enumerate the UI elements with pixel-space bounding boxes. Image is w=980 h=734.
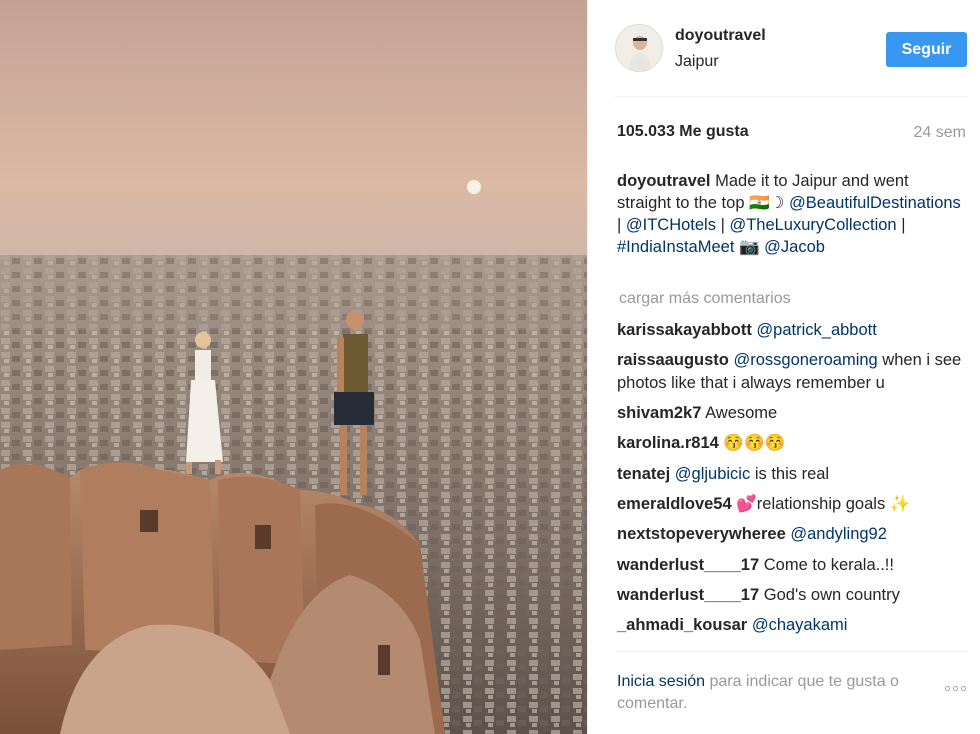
footer-divider: [615, 651, 967, 652]
comment-username[interactable]: shivam2k7: [617, 404, 701, 422]
comment: _ahmadi_kousar @chayakami: [617, 614, 969, 637]
more-options-icon[interactable]: [945, 686, 966, 691]
post-photo[interactable]: [0, 0, 587, 734]
header-divider: [615, 96, 967, 97]
comment-text: 😚😚😚: [718, 434, 786, 453]
avatar[interactable]: [615, 24, 663, 72]
dot-icon: [961, 686, 966, 691]
comment: raissaaugusto @rossgoneroaming when i se…: [617, 349, 969, 394]
dot-icon: [945, 686, 950, 691]
comment-username[interactable]: tenatej: [617, 465, 670, 483]
mention-theluxurycollection[interactable]: @TheLuxuryCollection: [729, 216, 896, 234]
load-more-comments-link[interactable]: cargar más comentarios: [619, 290, 791, 308]
dot-icon: [953, 686, 958, 691]
comment: wanderlust____17 God's own country: [617, 584, 969, 607]
comment-text: God's own country: [759, 585, 900, 604]
likes-count[interactable]: 105.033 Me gusta: [617, 123, 749, 141]
caption-emoji: 🇮🇳☽: [749, 194, 785, 212]
comment: karolina.r814 😚😚😚: [617, 432, 969, 455]
comment-username[interactable]: emeraldlove54: [617, 495, 732, 513]
caption-separator: |: [715, 216, 730, 234]
comment: nextstopeverywheree @andyling92: [617, 523, 969, 546]
comment-username[interactable]: karolina.r814: [617, 434, 719, 452]
comment-text: is this real: [750, 464, 830, 483]
comment-mention[interactable]: @gljubicic: [675, 465, 750, 483]
comment-mention[interactable]: @rossgoneroaming: [733, 351, 877, 369]
post-sidebar: doyoutravel Jaipur Seguir 105.033 Me gus…: [587, 0, 980, 734]
comment-text: Come to kerala..!!: [759, 555, 894, 574]
comment-text: Awesome: [701, 404, 778, 423]
post-time[interactable]: 24 sem: [914, 124, 966, 142]
follow-button[interactable]: Seguir: [886, 32, 967, 67]
comment: karissakayabbott @patrick_abbott: [617, 319, 969, 342]
mention-beautifuldestinations[interactable]: @BeautifulDestinations: [789, 194, 961, 212]
comment: emeraldlove54 💕relationship goals ✨: [617, 493, 969, 516]
comment: shivam2k7 Awesome: [617, 402, 969, 425]
post-location[interactable]: Jaipur: [675, 53, 719, 71]
comment-username[interactable]: wanderlust____17: [617, 586, 759, 604]
avatar-image: [616, 25, 662, 71]
comment-username[interactable]: karissakayabbott: [617, 321, 752, 339]
post-author-username[interactable]: doyoutravel: [675, 27, 766, 45]
comment-username[interactable]: _ahmadi_kousar: [617, 616, 747, 634]
mention-jacob[interactable]: @Jacob: [764, 238, 825, 256]
comment-username[interactable]: nextstopeverywheree: [617, 525, 786, 543]
caption-separator: |: [617, 216, 626, 234]
mention-itchotels[interactable]: @ITCHotels: [626, 216, 716, 234]
login-link[interactable]: Inicia sesión: [617, 673, 705, 690]
comment-mention[interactable]: @patrick_abbott: [756, 321, 876, 339]
comment: tenatej @gljubicic is this real: [617, 463, 969, 486]
caption-separator: |: [896, 216, 906, 234]
comment-mention[interactable]: @andyling92: [790, 525, 887, 543]
comments-list[interactable]: karissakayabbott @patrick_abbott raissaa…: [617, 319, 969, 650]
camera-emoji: 📷: [739, 238, 760, 256]
post-header: doyoutravel Jaipur Seguir: [588, 0, 980, 96]
caption-username[interactable]: doyoutravel: [617, 172, 711, 190]
comment-username[interactable]: wanderlust____17: [617, 556, 759, 574]
comment-text: 💕relationship goals ✨: [731, 494, 911, 513]
comment-mention[interactable]: @chayakami: [752, 616, 848, 634]
login-prompt: Inicia sesión para indicar que te gusta …: [617, 671, 917, 715]
post-photo-illustration: [0, 0, 587, 734]
post-caption: doyoutravel Made it to Jaipur and went s…: [617, 170, 967, 258]
comment-username[interactable]: raissaaugusto: [617, 351, 729, 369]
comment: wanderlust____17 Come to kerala..!!: [617, 554, 969, 577]
hashtag-indiainstameet[interactable]: #IndiaInstaMeet: [617, 238, 734, 256]
sun: [467, 180, 481, 194]
